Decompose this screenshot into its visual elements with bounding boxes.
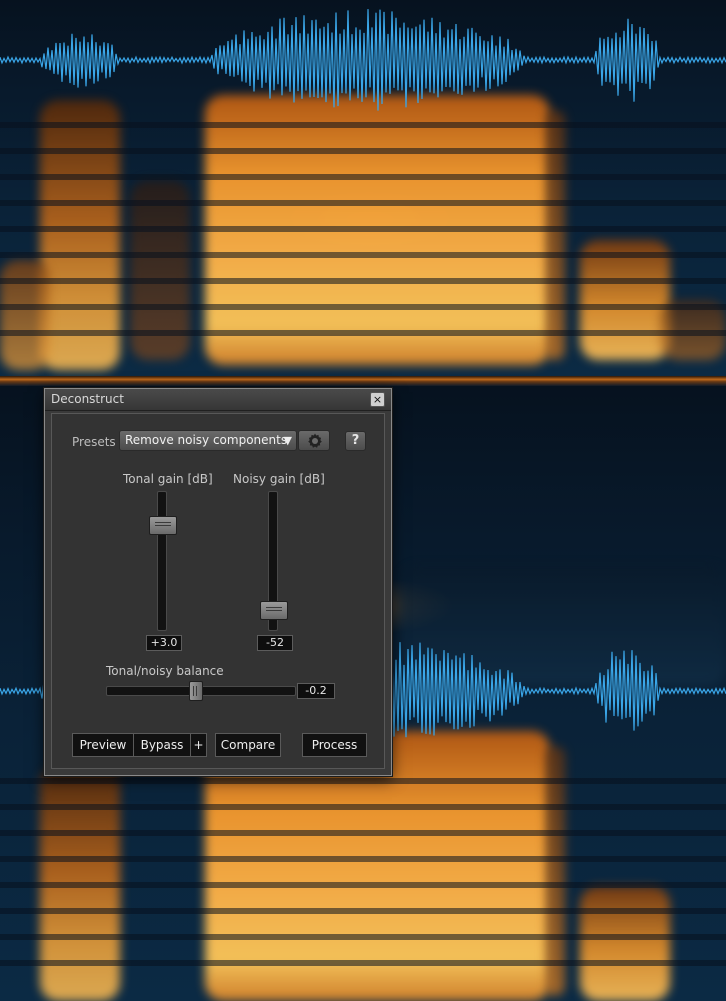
tonal-gain-slider-track[interactable]	[157, 491, 167, 631]
harmonic-gap	[0, 908, 726, 914]
harmonic-gap	[0, 304, 726, 310]
bypass-button[interactable]: Bypass	[133, 733, 191, 757]
harmonic-gap	[0, 278, 726, 284]
editor-canvas[interactable]: Deconstruct × Presets Remove noisy compo…	[0, 0, 726, 1001]
waveform-top	[0, 9, 726, 111]
presets-selected-value: Remove noisy components	[125, 433, 288, 447]
harmonic-gap	[0, 960, 726, 966]
grip-icon	[155, 522, 171, 528]
harmonic-gap	[0, 148, 726, 154]
preset-settings-button[interactable]	[298, 430, 330, 451]
harmonic-gap	[0, 330, 726, 336]
help-button[interactable]: ?	[345, 431, 366, 451]
close-button[interactable]: ×	[370, 392, 385, 407]
harmonic-gap	[0, 934, 726, 940]
balance-slider-handle[interactable]	[189, 681, 203, 701]
spectrogram-energy	[0, 260, 50, 370]
view-divider[interactable]	[0, 376, 726, 386]
harmonic-gap	[0, 804, 726, 810]
noisy-gain-label: Noisy gain [dB]	[233, 472, 325, 486]
gear-icon	[308, 433, 322, 448]
tonal-gain-slider-handle[interactable]	[149, 516, 177, 535]
grip-icon	[266, 607, 282, 613]
harmonic-gap	[0, 856, 726, 862]
harmonic-gap	[0, 882, 726, 888]
noisy-gain-slider-handle[interactable]	[260, 601, 288, 620]
harmonic-gap	[0, 122, 726, 128]
tonal-gain-value[interactable]: +3.0	[146, 635, 182, 651]
process-button[interactable]: Process	[302, 733, 367, 757]
presets-label: Presets	[72, 435, 116, 449]
noisy-gain-value[interactable]: -52	[257, 635, 293, 651]
chevron-down-icon: ▼	[283, 434, 292, 447]
bypass-plus-button[interactable]: +	[190, 733, 207, 757]
harmonic-gap	[0, 778, 726, 784]
harmonic-gap	[0, 226, 726, 232]
harmonic-gap	[0, 830, 726, 836]
dialog-titlebar[interactable]: Deconstruct ×	[45, 389, 391, 411]
harmonic-gap	[0, 252, 726, 258]
spectrogram-energy	[580, 886, 670, 1001]
compare-button[interactable]: Compare	[215, 733, 281, 757]
tonal-gain-label: Tonal gain [dB]	[123, 472, 213, 486]
grip-icon	[193, 686, 199, 696]
dialog-title: Deconstruct	[51, 392, 124, 406]
preview-button[interactable]: Preview	[72, 733, 134, 757]
deconstruct-dialog[interactable]: Deconstruct × Presets Remove noisy compo…	[44, 388, 392, 776]
harmonic-gap	[0, 174, 726, 180]
presets-dropdown[interactable]: Remove noisy components ▼	[119, 430, 297, 451]
balance-label: Tonal/noisy balance	[106, 664, 224, 678]
harmonic-gap	[0, 200, 726, 206]
spectrogram-energy	[580, 240, 670, 360]
balance-value[interactable]: -0.2	[297, 683, 335, 699]
dialog-body: Presets Remove noisy components ▼ ? Tona…	[51, 413, 385, 769]
spectrogram-view-top[interactable]	[0, 0, 726, 376]
waveform-line	[0, 9, 726, 111]
